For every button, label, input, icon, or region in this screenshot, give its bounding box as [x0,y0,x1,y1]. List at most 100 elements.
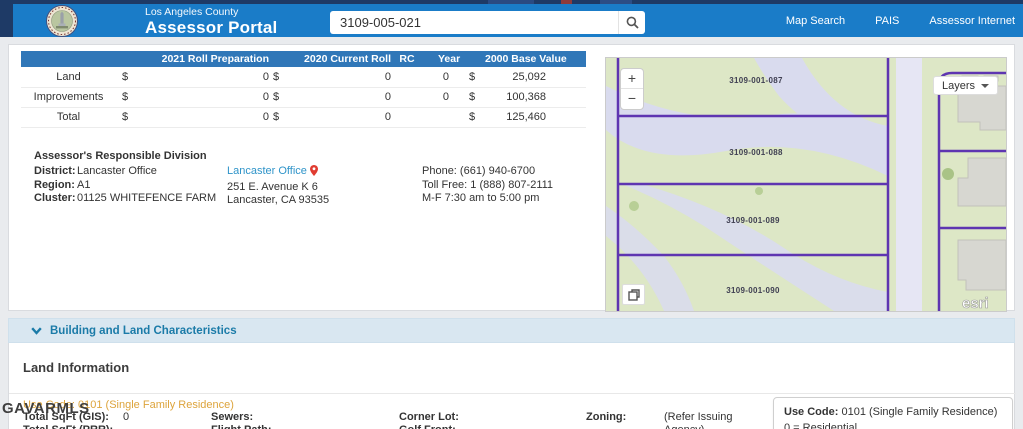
tooltip-use-code-label: Use Code: [784,406,838,418]
region-value: A1 [77,179,90,191]
cluster-value: 01125 WHITEFENCE FARM [77,192,216,204]
tooltip-use-code-value: 0101 (Single Family Residence) [838,406,997,418]
valuation-table: 2021 Roll Preparation 2020 Current Roll … [21,51,586,128]
use-code-tooltip: Use Code: 0101 (Single Family Residence)… [773,397,1013,429]
currency-sign: $ [271,87,289,107]
layers-label: Layers [942,80,975,92]
zoom-in-button[interactable]: + [621,69,643,89]
map-pin-icon [310,165,318,181]
land-base-value: 25,092 [483,67,566,87]
tooltip-residential-line: 0 = Residential [784,421,1002,429]
map-canvas: 3109-001-087 3109-001-088 3109-001-089 3… [606,58,1006,311]
total-2020-value: 0 [289,107,393,127]
parcel-label: 3109-001-087 [729,76,783,85]
esri-attribution: esri [962,295,989,311]
copy-layers-icon [628,289,640,301]
currency-sign: $ [116,67,136,87]
la-county-seal-icon [46,5,78,37]
total-sqft-gis-value: 0 [123,411,129,423]
chevron-down-icon [31,327,42,335]
parcel-search [330,11,645,34]
currency-sign: $ [116,107,136,127]
land-information-card: Land Information Use Code: 0101 (Single … [8,343,1015,429]
total-sqft-prr-label: Total SqFt (PRR): [23,424,113,429]
office-address1: 251 E. Avenue K 6 [227,181,329,195]
section-building-land[interactable]: Building and Land Characteristics [8,318,1015,343]
section-title: Building and Land Characteristics [50,325,237,337]
land-rc [393,67,421,87]
col-2021-roll: 2021 Roll Preparation [136,51,271,67]
cluster-label: Cluster: [34,192,77,206]
nav-pais[interactable]: PAIS [875,15,899,27]
header-nav: Map Search PAIS Assessor Internet [786,4,1015,37]
search-input[interactable] [330,11,618,34]
mls-watermark: GAVARMLS [2,400,90,417]
office-hours: M-F 7:30 am to 5:00 pm [422,192,553,206]
app-title: Los Angeles County Assessor Portal [145,7,277,37]
zoom-out-button[interactable]: − [621,89,643,109]
district-value: Lancaster Office [77,165,157,177]
valuation-header-row: 2021 Roll Preparation 2020 Current Roll … [21,51,586,67]
zoning-value: (Refer Issuing Agency) [664,411,764,429]
total-2021-value: 0 [136,107,271,127]
org-name: Los Angeles County [145,7,277,19]
row-label: Improvements [21,87,116,107]
region-label: Region: [34,179,77,193]
table-row-land: Land $ 0 $ 0 0 $ 25,092 [21,67,586,87]
layers-button[interactable]: Layers [933,76,998,95]
improvements-rc [393,87,421,107]
table-row-improvements: Improvements $ 0 $ 0 0 $ 100,368 [21,87,586,107]
col-rc: RC [393,51,421,67]
search-icon [626,16,639,29]
improvements-2021-value: 0 [136,87,271,107]
land-2021-value: 0 [136,67,271,87]
office-phone: Phone: (661) 940-6700 [422,165,553,179]
col-year: Year [421,51,463,67]
table-row-total: Total $ 0 $ 0 $ 125,460 [21,107,586,127]
improvements-year: 0 [421,87,463,107]
col-2020-roll: 2020 Current Roll [289,51,393,67]
search-button[interactable] [618,11,645,34]
parcel-map[interactable]: 3109-001-087 3109-001-088 3109-001-089 3… [605,57,1007,312]
basemap-toggle-button[interactable] [622,284,645,305]
row-label: Land [21,67,116,87]
total-year [421,107,463,127]
divider [9,393,1016,394]
parcel-summary-card: 2021 Roll Preparation 2020 Current Roll … [8,44,1015,311]
land-information-heading: Land Information [23,360,129,375]
currency-sign: $ [271,67,289,87]
district-label: District: [34,165,77,179]
golf-front-label: Golf Front: [399,424,456,429]
total-base-value: 125,460 [483,107,566,127]
flight-path-label: Flight Path: [211,424,272,429]
office-tollfree: Toll Free: 1 (888) 807-2111 [422,179,553,193]
division-title: Assessor's Responsible Division [34,150,207,162]
sewers-label: Sewers: [211,411,253,423]
responsible-division-section: Assessor's Responsible Division District… [34,150,207,168]
currency-sign: $ [463,87,483,107]
office-link[interactable]: Lancaster Office [227,165,307,177]
improvements-base-value: 100,368 [483,87,566,107]
parcel-label: 3109-001-089 [726,216,780,225]
col-2000-base: 2000 Base Value [483,51,566,67]
office-address2: Lancaster, CA 93535 [227,194,329,208]
assessor-portal-page: Los Angeles County Assessor Portal Map S… [0,0,1023,429]
improvements-2020-value: 0 [289,87,393,107]
currency-sign: $ [463,67,483,87]
nav-assessor-internet[interactable]: Assessor Internet [929,15,1015,27]
corner-lot-label: Corner Lot: [399,411,459,423]
nav-map-search[interactable]: Map Search [786,15,845,27]
land-fields-col3: Corner Lot: Golf Front: [399,411,459,429]
row-label: Total [21,107,116,127]
land-fields-col2: Sewers: Flight Path: [211,411,272,429]
total-rc [393,107,421,127]
zoning-label: Zoning: [586,411,626,423]
division-fields: District:Lancaster Office Region:A1 Clus… [34,165,216,206]
app-name: Assessor Portal [145,19,277,38]
office-address: Lancaster Office 251 E. Avenue K 6 Lanca… [227,165,329,208]
land-year: 0 [421,67,463,87]
parcel-label: 3109-001-088 [729,148,783,157]
land-2020-value: 0 [289,67,393,87]
parcel-label: 3109-001-090 [726,286,780,295]
app-header: Los Angeles County Assessor Portal Map S… [0,4,1023,37]
